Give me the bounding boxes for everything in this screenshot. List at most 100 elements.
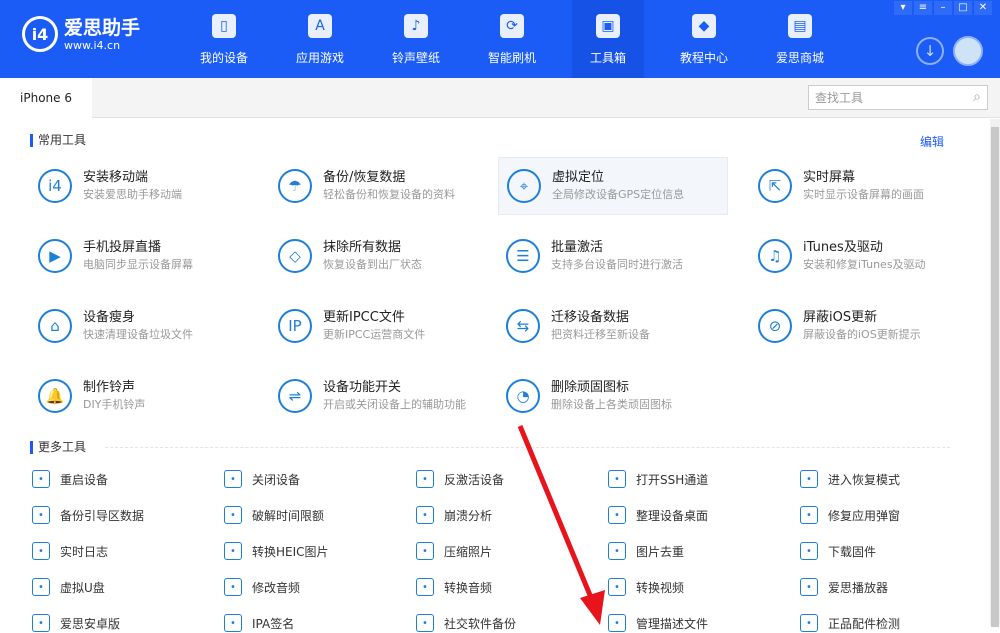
nav-4[interactable]: ▣ 工具箱 — [572, 0, 644, 78]
tool-item[interactable]: i4 安装移动端 安装爱思助手移动端 — [30, 157, 260, 215]
menu-icon[interactable]: ≡ — [914, 1, 932, 15]
toolbox-icon: ▣ — [596, 14, 620, 38]
edit-link[interactable]: 编辑 — [920, 133, 944, 150]
i4-icon: i4 — [38, 169, 72, 203]
tool-icon: • — [608, 614, 626, 632]
nav-3[interactable]: ⟳ 智能刷机 — [476, 0, 548, 78]
tool-title: 制作铃声 — [83, 380, 136, 395]
more-tool-label: 转换HEIC图片 — [252, 544, 329, 559]
more-tool-item[interactable]: • IPA签名 — [224, 613, 294, 633]
top-bar: i4 爱思助手 www.i4.cn ▯ 我的设备 A 应用游戏 ♪ 铃声壁纸 ⟳ 智能刷机 ▣ 工具… — [0, 0, 1000, 78]
more-tool-item[interactable]: • 下载固件 — [800, 541, 876, 561]
close-button[interactable]: ✕ — [974, 1, 992, 15]
more-tool-label: 压缩照片 — [444, 544, 493, 559]
nav-1[interactable]: A 应用游戏 — [284, 0, 356, 78]
more-tool-label: 正品配件检测 — [828, 616, 901, 631]
tool-subtitle: 全局修改设备GPS定位信息 — [552, 188, 685, 201]
tool-item[interactable]: ⊘ 屏蔽iOS更新 屏蔽设备的iOS更新提示 — [750, 297, 980, 355]
nav-5[interactable]: ◆ 教程中心 — [668, 0, 740, 78]
tool-item[interactable]: ◔ 删除顽固图标 删除设备上各类顽固图标 — [498, 367, 728, 425]
more-tool-item[interactable]: • 压缩照片 — [416, 541, 492, 561]
tool-icon: • — [32, 470, 50, 488]
search-icon[interactable]: ⌕ — [973, 89, 981, 105]
more-tool-item[interactable]: • 整理设备桌面 — [608, 505, 708, 525]
more-tool-label: 崩溃分析 — [444, 508, 493, 523]
more-tool-item[interactable]: • 管理描述文件 — [608, 613, 708, 633]
nav-label: 我的设备 — [199, 51, 248, 65]
more-tool-item[interactable]: • 修复应用弹窗 — [800, 505, 900, 525]
maximize-button[interactable]: □ — [954, 1, 972, 15]
more-tool-item[interactable]: • 转换视频 — [608, 577, 684, 597]
download-icon[interactable]: ↓ — [916, 37, 944, 65]
ipcc-icon: IP — [278, 309, 312, 343]
more-tool-label: 进入恢复模式 — [828, 472, 901, 487]
tool-icon: • — [800, 578, 818, 596]
more-tool-item[interactable]: • 修改音频 — [224, 577, 300, 597]
tool-item[interactable]: ⌖ 虚拟定位 全局修改设备GPS定位信息 — [498, 157, 728, 215]
app-url: www.i4.cn — [64, 38, 121, 52]
tool-item[interactable]: ⇱ 实时屏幕 实时显示设备屏幕的画面 — [750, 157, 980, 215]
more-tool-label: 反激活设备 — [444, 472, 505, 487]
more-tool-item[interactable]: • 打开SSH通道 — [608, 469, 708, 489]
more-tool-item[interactable]: • 社交软件备份 — [416, 613, 516, 633]
tool-subtitle: 快速清理设备垃圾文件 — [83, 328, 193, 341]
tool-subtitle: 支持多台设备同时进行激活 — [551, 258, 683, 271]
more-tool-item[interactable]: • 破解时间限额 — [224, 505, 324, 525]
tool-title: iTunes及驱动 — [803, 240, 883, 255]
tool-item[interactable]: IP 更新IPCC文件 更新IPCC运营商文件 — [270, 297, 500, 355]
more-tool-item[interactable]: • 关闭设备 — [224, 469, 300, 489]
more-tool-item[interactable]: • 转换音频 — [416, 577, 492, 597]
nav-6[interactable]: ▤ 爱思商城 — [764, 0, 836, 78]
tool-icon: • — [224, 614, 242, 632]
tool-icon: • — [416, 614, 434, 632]
tool-icon: • — [416, 506, 434, 524]
tool-title: 批量激活 — [551, 240, 604, 255]
more-tool-item[interactable]: • 爱思安卓版 — [32, 613, 120, 633]
tool-item[interactable]: ⇌ 设备功能开关 开启或关闭设备上的辅助功能 — [270, 367, 500, 425]
nav-2[interactable]: ♪ 铃声壁纸 — [380, 0, 452, 78]
more-tool-item[interactable]: • 虚拟U盘 — [32, 577, 105, 597]
tool-subtitle: 电脑同步显示设备屏幕 — [83, 258, 193, 271]
more-tool-item[interactable]: • 反激活设备 — [416, 469, 504, 489]
more-tool-item[interactable]: • 重启设备 — [32, 469, 108, 489]
tool-item[interactable]: 🔔 制作铃声 DIY手机铃声 — [30, 367, 260, 425]
avatar[interactable] — [953, 36, 983, 66]
nav-0[interactable]: ▯ 我的设备 — [188, 0, 260, 78]
music-icon: ♪ — [404, 14, 428, 38]
skin-icon[interactable]: ▾ — [894, 1, 912, 15]
tool-item[interactable]: ☂ 备份/恢复数据 轻松备份和恢复设备的资料 — [270, 157, 500, 215]
scrollbar[interactable] — [990, 119, 1000, 627]
more-tool-item[interactable]: • 爱思播放器 — [800, 577, 888, 597]
cast-icon: ▶ — [38, 239, 72, 273]
block-update-icon: ⊘ — [758, 309, 792, 343]
more-tool-label: 破解时间限额 — [252, 508, 325, 523]
search-input[interactable]: 查找工具 ⌕ — [808, 85, 988, 110]
tool-subtitle: 删除设备上各类顽固图标 — [551, 398, 672, 411]
app-name: 爱思助手 — [64, 16, 141, 39]
bell-icon: 🔔 — [38, 379, 72, 413]
tool-subtitle: 更新IPCC运营商文件 — [323, 328, 426, 341]
tool-icon: • — [32, 614, 50, 632]
tool-item[interactable]: ⇆ 迁移设备数据 把资料迁移至新设备 — [498, 297, 728, 355]
tool-item[interactable]: ♫ iTunes及驱动 安装和修复iTunes及驱动 — [750, 227, 980, 285]
more-tool-item[interactable]: • 图片去重 — [608, 541, 684, 561]
more-tool-label: 爱思播放器 — [828, 580, 889, 595]
more-tool-item[interactable]: • 实时日志 — [32, 541, 108, 561]
batch-activate-icon: ☰ — [506, 239, 540, 273]
minimize-button[interactable]: – — [934, 1, 952, 15]
tool-item[interactable]: ⌂ 设备瘦身 快速清理设备垃圾文件 — [30, 297, 260, 355]
logo: i4 爱思助手 www.i4.cn — [22, 16, 140, 52]
tool-item[interactable]: ▶ 手机投屏直播 电脑同步显示设备屏幕 — [30, 227, 260, 285]
more-tool-label: 转换音频 — [444, 580, 493, 595]
scrollbar-thumb[interactable] — [991, 127, 999, 627]
tool-item[interactable]: ◇ 抹除所有数据 恢复设备到出厂状态 — [270, 227, 500, 285]
more-tool-item[interactable]: • 崩溃分析 — [416, 505, 492, 525]
tool-subtitle: 开启或关闭设备上的辅助功能 — [323, 398, 466, 411]
device-tab[interactable]: iPhone 6 — [0, 78, 92, 118]
more-tool-item[interactable]: • 进入恢复模式 — [800, 469, 900, 489]
more-tool-item[interactable]: • 备份引导区数据 — [32, 505, 144, 525]
more-tool-item[interactable]: • 转换HEIC图片 — [224, 541, 329, 561]
tool-item[interactable]: ☰ 批量激活支持多台设备同时进行激活 — [498, 227, 728, 285]
graduation-cap-icon: ◆ — [692, 14, 716, 38]
more-tool-item[interactable]: • 正品配件检测 — [800, 613, 900, 633]
